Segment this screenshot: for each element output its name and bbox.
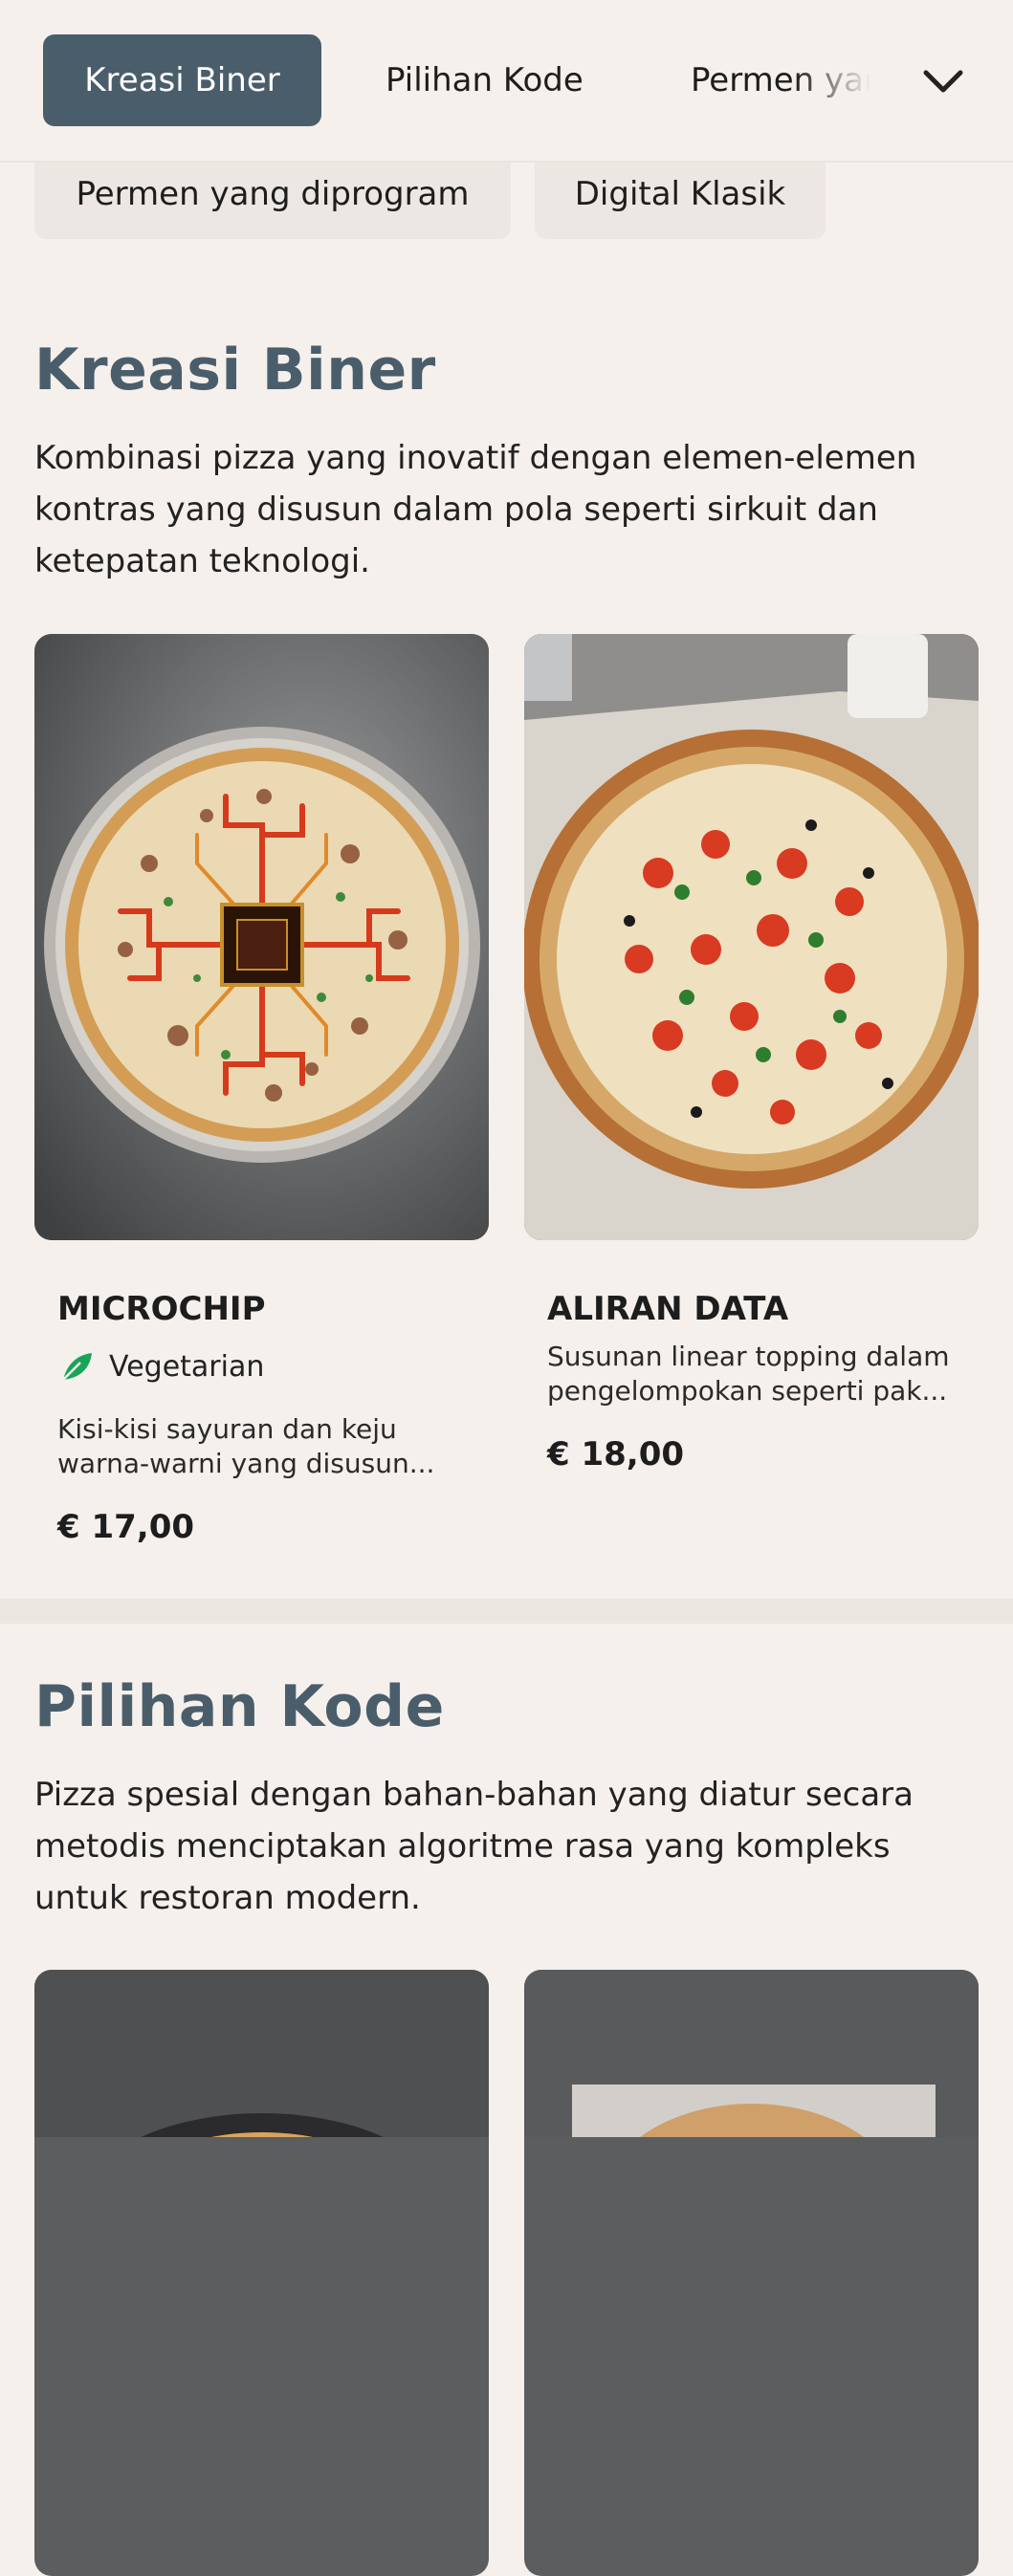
vegetarian-label: Vegetarian	[109, 1349, 265, 1384]
menu-item-name: ALIRAN DATA	[547, 1290, 789, 1328]
nav-fade	[794, 0, 1013, 161]
section-description: Pizza spesial dengan bahan-bahan yang di…	[34, 1776, 914, 1917]
vegetarian-badge: Vegetarian	[57, 1347, 489, 1386]
pizza-image	[524, 1970, 979, 2576]
menu-item-price: € 17,00	[57, 1508, 195, 1546]
chevron-down-icon[interactable]	[916, 55, 970, 109]
pizza-image-aliran-data	[524, 634, 979, 1240]
menu-item-card[interactable]: MICROCHIP Vegetarian Kisi-kisi sayuran d…	[34, 634, 489, 1546]
pizza-image-microchip	[34, 634, 489, 1240]
vegetarian-leaf-icon	[62, 1353, 92, 1381]
menu-item-card[interactable]	[524, 1970, 979, 2576]
section-title-pilihan-kode: Pilihan Kode	[34, 1673, 445, 1740]
menu-item-card[interactable]	[34, 1970, 489, 2576]
menu-item-description: Kisi-kisi sayuran dan keju warna-warni y…	[57, 1413, 435, 1479]
section-description: Kombinasi pizza yang inovatif dengan ele…	[34, 439, 917, 580]
category-nav: Kreasi Biner Pilihan Kode Permen yang di…	[0, 0, 1013, 163]
section-divider	[0, 1599, 1013, 1624]
tab-pilihan-kode[interactable]: Pilihan Kode	[385, 34, 584, 126]
menu-item-description: Susunan linear topping dalam pengelompok…	[547, 1341, 950, 1407]
pizza-image	[34, 1970, 489, 2576]
menu-item-card[interactable]: ALIRAN DATA Susunan linear topping dalam…	[524, 634, 979, 1474]
menu-item-name: MICROCHIP	[57, 1290, 266, 1328]
menu-item-price: € 18,00	[547, 1435, 685, 1474]
tab-kreasi-biner[interactable]: Kreasi Biner	[43, 34, 321, 126]
section-title-kreasi-biner: Kreasi Biner	[34, 337, 436, 404]
